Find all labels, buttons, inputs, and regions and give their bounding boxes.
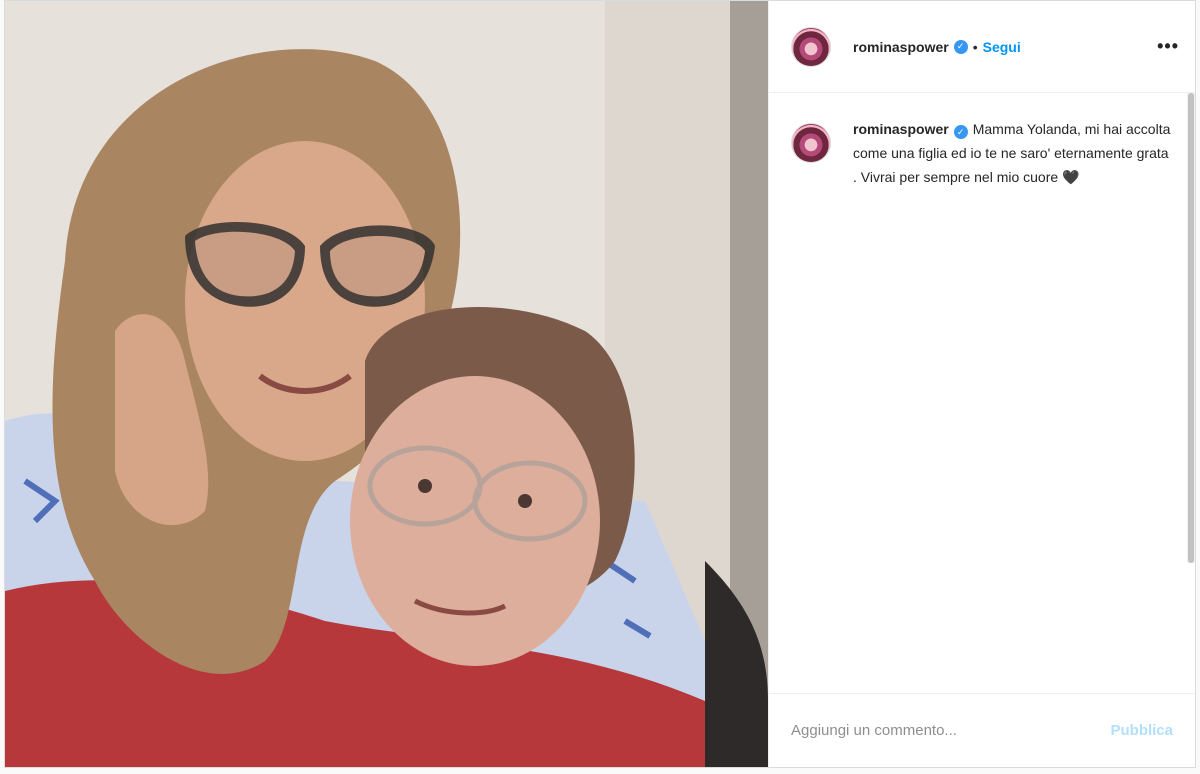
instagram-post: rominaspower ✓ • Segui ••• rominaspower ✓… — [4, 0, 1196, 768]
comment-input[interactable] — [791, 722, 1111, 739]
post-sidebar: rominaspower ✓ • Segui ••• rominaspower ✓… — [768, 1, 1195, 767]
author-username[interactable]: rominaspower — [853, 39, 949, 55]
scrollbar-thumb[interactable] — [1188, 93, 1194, 563]
caption-avatar[interactable] — [791, 123, 831, 163]
caption-text: rominaspower ✓ Mamma Yolanda, mi hai accol… — [853, 117, 1173, 189]
post-header: rominaspower ✓ • Segui ••• — [769, 1, 1195, 93]
publish-button[interactable]: Pubblica — [1110, 722, 1173, 739]
comment-bar: Pubblica — [769, 693, 1195, 767]
caption-row: rominaspower ✓ Mamma Yolanda, mi hai accol… — [791, 121, 1179, 189]
caption-area: rominaspower ✓ Mamma Yolanda, mi hai accol… — [769, 93, 1195, 693]
caption-scrollbar[interactable] — [1187, 93, 1195, 563]
more-options-icon[interactable]: ••• — [1157, 36, 1179, 57]
author-avatar[interactable] — [791, 26, 831, 67]
caption-verified-badge-icon: ✓ — [953, 125, 968, 139]
caption-username[interactable]: rominaspower — [853, 121, 949, 137]
header-separator: • — [972, 38, 978, 55]
post-photo-image — [5, 1, 768, 767]
follow-button[interactable]: Segui — [983, 39, 1021, 55]
post-photo[interactable] — [5, 1, 768, 767]
verified-badge-icon: ✓ — [953, 39, 968, 54]
